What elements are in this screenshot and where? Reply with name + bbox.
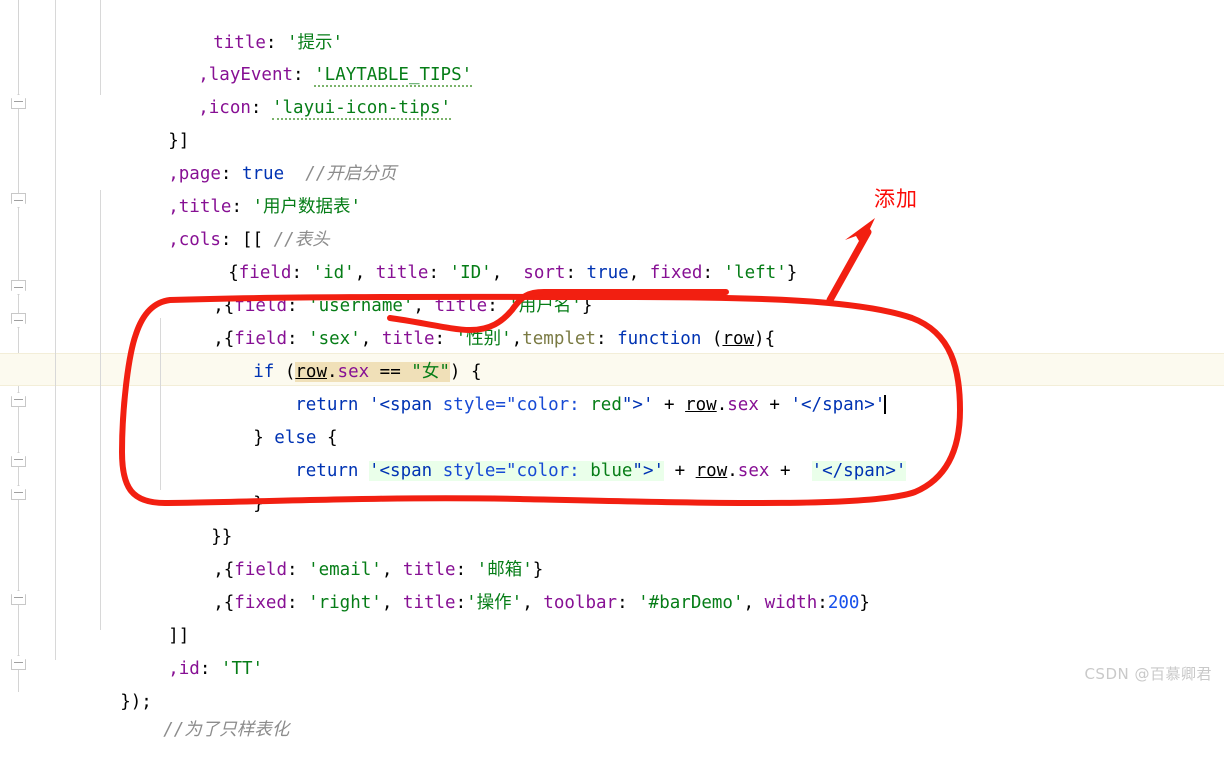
code-line[interactable]: ,cols: [[ //表头 — [0, 191, 1224, 250]
code-line[interactable]: return '<span style="color: red">' + row… — [0, 356, 1224, 415]
code-line[interactable]: if (row.sex == "女") { — [0, 323, 1224, 382]
code-line[interactable]: ,{field: 'username', title: '用户名'} — [0, 257, 1224, 316]
code-line[interactable]: ,icon: 'layui-icon-tips' — [0, 59, 1224, 120]
code-line[interactable]: ,page: true //开启分页 — [0, 125, 1224, 184]
code-editor[interactable]: title: '提示' ,layEvent: 'LAYTABLE_TIPS' ,… — [0, 0, 1224, 740]
watermark: CSDN @百慕卿君 — [1084, 665, 1212, 683]
code-line[interactable]: ,title: '用户数据表' — [0, 158, 1224, 217]
code-line[interactable]: } — [0, 455, 1224, 514]
code-line[interactable]: ,layEvent: 'LAYTABLE_TIPS' — [0, 26, 1224, 87]
code-line[interactable]: }} — [0, 488, 1224, 547]
code-line[interactable]: return '<span style="color: blue">' + ro… — [0, 422, 1224, 481]
code-line[interactable]: {field: 'id', title: 'ID', sort: true, f… — [0, 224, 1224, 283]
code-content[interactable]: title: '提示' ,layEvent: 'LAYTABLE_TIPS' ,… — [0, 0, 1224, 740]
code-line[interactable]: //为了只样表化 — [0, 681, 1224, 740]
code-line[interactable]: ,{field: 'sex', title: '性别',templet: fun… — [0, 290, 1224, 349]
code-line[interactable]: }] — [0, 92, 1224, 151]
code-line[interactable]: } else { — [0, 389, 1224, 448]
annotation-label: 添加 — [874, 187, 918, 211]
code-line[interactable]: ,{field: 'email', title: '邮箱'} — [0, 521, 1224, 580]
code-line[interactable]: title: '提示' — [0, 0, 1224, 53]
code-line[interactable]: ]] — [0, 587, 1224, 646]
code-line[interactable]: ,{fixed: 'right', title:'操作', toolbar: '… — [0, 554, 1224, 613]
code-line[interactable]: ,id: 'TT' — [0, 620, 1224, 679]
